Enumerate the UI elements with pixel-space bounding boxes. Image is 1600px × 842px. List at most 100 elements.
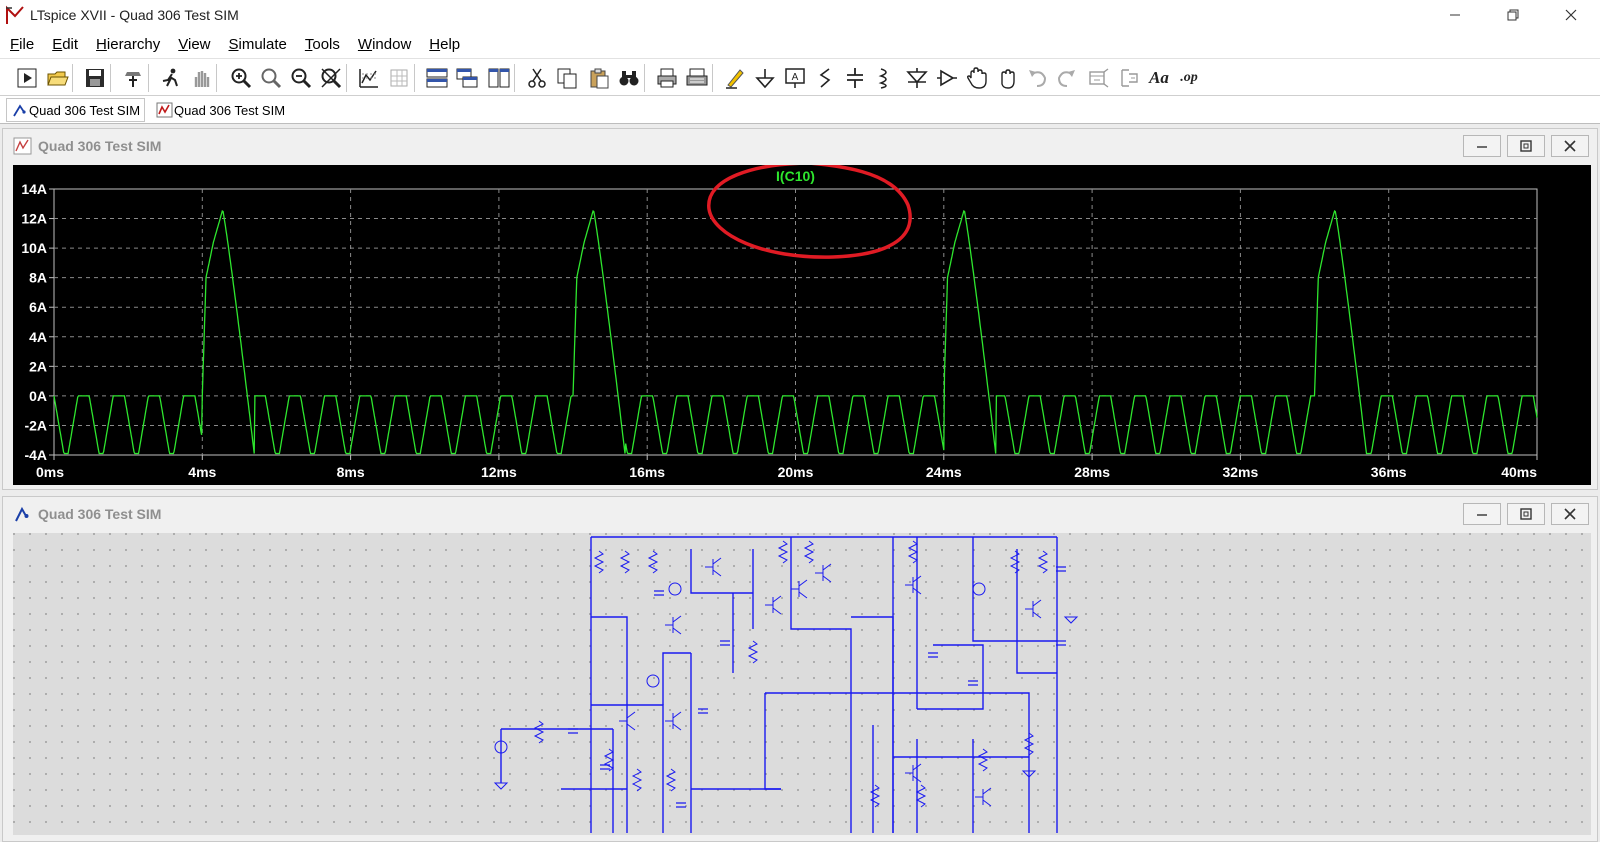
close-button[interactable] [1542, 0, 1600, 30]
x-tick-label: 12ms [481, 464, 517, 480]
menu-view[interactable]: View [169, 36, 219, 53]
zoom-in-button[interactable] [228, 65, 254, 91]
waveform-close-button[interactable] [1551, 135, 1589, 157]
resistor-button[interactable] [812, 65, 838, 91]
cut-button[interactable] [524, 65, 550, 91]
draw-wire-icon [726, 69, 744, 89]
cascade-icon [456, 68, 478, 88]
print-setup-icon [686, 68, 708, 86]
toolbar-separator [414, 64, 415, 92]
waveform-maximize-button[interactable] [1507, 135, 1545, 157]
drag-button[interactable] [994, 65, 1020, 91]
close-icon [1564, 508, 1576, 520]
paste-button[interactable] [586, 65, 612, 91]
label-net-button[interactable]: A [782, 65, 808, 91]
zoom-cancel-button[interactable] [318, 65, 344, 91]
capacitor-button[interactable] [842, 65, 868, 91]
run-sim-button[interactable] [158, 65, 184, 91]
ground-button[interactable] [752, 65, 778, 91]
open-button[interactable] [44, 65, 70, 91]
y-tick-label: 6A [29, 299, 47, 315]
toolbar-separator [72, 64, 73, 92]
run-button[interactable] [14, 65, 40, 91]
menu-mnemonic: V [178, 35, 188, 53]
redo-button[interactable] [1054, 65, 1080, 91]
mdi-area: Quad 306 Test SIM 0ms 4ms 8ms 12ms 16ms 20ms 2… [0, 124, 1600, 842]
component-icon [937, 69, 957, 87]
schematic-maximize-button[interactable] [1507, 503, 1545, 525]
print-button[interactable] [654, 65, 680, 91]
zoom-area-icon [261, 68, 282, 89]
x-tick-label: 32ms [1222, 464, 1258, 480]
zoom-area-button[interactable] [258, 65, 284, 91]
autorange-icon [359, 69, 378, 88]
menu-tools[interactable]: Tools [296, 36, 349, 53]
spice-directive-icon: .op [1180, 70, 1198, 85]
copy-icon [557, 68, 577, 89]
cut-icon [528, 68, 546, 88]
x-tick-label: 20ms [778, 464, 814, 480]
menu-label-rest: ools [312, 35, 340, 53]
draw-wire-button[interactable] [722, 65, 748, 91]
menu-edit[interactable]: Edit [43, 36, 87, 53]
waveform-plot[interactable]: 0ms 4ms 8ms 12ms 16ms 20ms 24ms 28ms 32ms 36ms 40m… [13, 159, 1591, 485]
y-tick-label: 14A [21, 181, 47, 197]
grid-button[interactable] [386, 65, 412, 91]
menu-label-rest: elp [440, 35, 461, 53]
tab-schematic[interactable]: Quad 306 Test SIM [6, 98, 146, 122]
y-tick-label: 12A [21, 211, 47, 227]
move-button[interactable] [964, 65, 990, 91]
grid-icon [390, 69, 408, 87]
cascade-button[interactable] [454, 65, 480, 91]
menu-file[interactable]: File [0, 36, 43, 53]
menu-help[interactable]: Help [420, 36, 469, 53]
pan-button[interactable] [188, 65, 214, 91]
toolbar-separator [712, 64, 713, 92]
waveform-minimize-button[interactable] [1463, 135, 1501, 157]
save-button[interactable] [82, 65, 108, 91]
rotate-button[interactable] [1086, 65, 1112, 91]
schematic-canvas[interactable] [13, 533, 1591, 835]
y-tick-label: 10A [21, 240, 47, 256]
menu-simulate[interactable]: Simulate [220, 36, 296, 53]
control-panel-button[interactable] [120, 65, 146, 91]
copy-button[interactable] [554, 65, 580, 91]
find-button[interactable] [616, 65, 642, 91]
tile-vertical-button[interactable] [486, 65, 512, 91]
maximize-icon [1520, 508, 1532, 520]
x-tick-label: 36ms [1371, 464, 1407, 480]
waveform-window-titlebar[interactable]: Quad 306 Test SIM [3, 129, 1597, 163]
menu-mnemonic: E [52, 35, 63, 53]
zoom-out-button[interactable] [288, 65, 314, 91]
undo-button[interactable] [1024, 65, 1050, 91]
menu-label-rest: indow [372, 35, 412, 53]
restore-button[interactable] [1484, 0, 1542, 30]
autorange-button[interactable] [356, 65, 382, 91]
save-icon [86, 69, 104, 87]
minimize-button[interactable] [1426, 0, 1484, 30]
menu-window[interactable]: Window [349, 36, 420, 53]
menu-hierarchy[interactable]: Hierarchy [87, 36, 169, 53]
text-button[interactable]: Aa [1146, 65, 1172, 91]
print-setup-button[interactable] [684, 65, 710, 91]
schematic-minimize-button[interactable] [1463, 503, 1501, 525]
menu-label-rest: iew [187, 35, 211, 53]
ltspice-logo-icon [6, 5, 24, 24]
toolbar-separator [644, 64, 645, 92]
resistor-icon [819, 68, 831, 88]
schematic-window: Quad 306 Test SIM [2, 496, 1598, 842]
toolbar-separator [148, 64, 149, 92]
inductor-icon [878, 68, 887, 89]
schematic-window-titlebar[interactable]: Quad 306 Test SIM [3, 497, 1597, 531]
schematic-close-button[interactable] [1551, 503, 1589, 525]
tile-horizontal-button[interactable] [424, 65, 450, 91]
mirror-button[interactable] [1116, 65, 1142, 91]
inductor-button[interactable] [872, 65, 898, 91]
component-button[interactable] [934, 65, 960, 91]
close-icon [1564, 140, 1576, 152]
spice-directive-button[interactable]: .op [1176, 65, 1202, 91]
diode-button[interactable] [904, 65, 930, 91]
tab-waveform[interactable]: Quad 306 Test SIM [152, 98, 289, 122]
title-bar: LTspice XVII - Quad 306 Test SIM [0, 0, 1600, 30]
open-icon [47, 71, 69, 86]
